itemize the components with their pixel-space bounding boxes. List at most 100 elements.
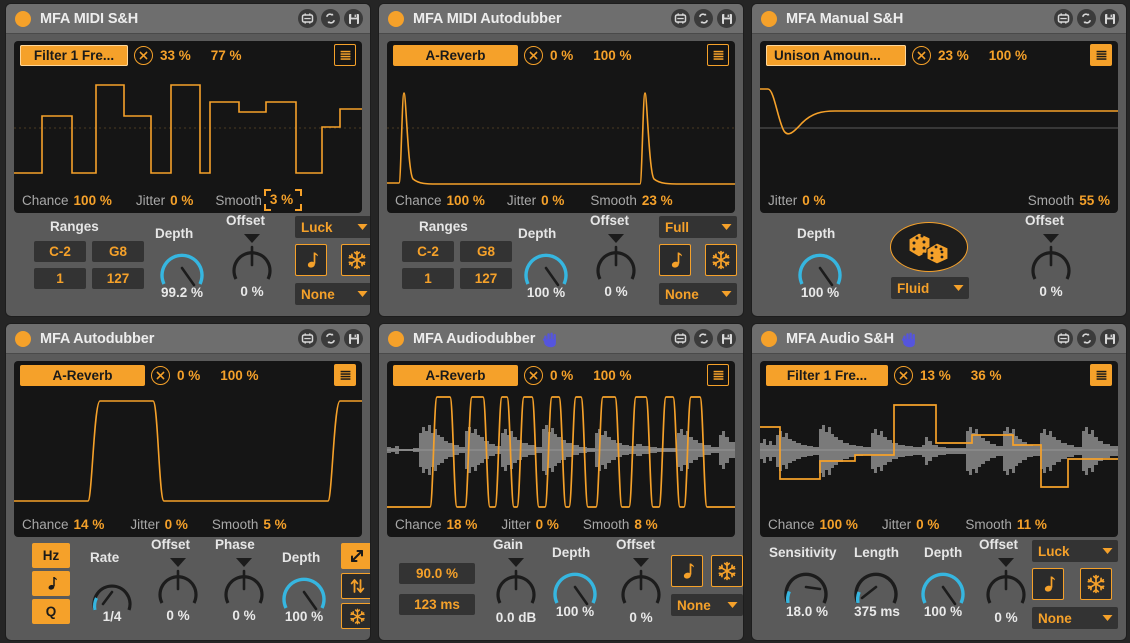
modulation-display[interactable]: A-Reverb 0 % 100 % Chance 18 % Jitter 0 … — [387, 361, 735, 537]
smooth-value[interactable]: 55 % — [1079, 193, 1110, 208]
device-power-led[interactable] — [761, 330, 777, 347]
smooth-value[interactable]: 3 % — [270, 192, 293, 207]
reload-icon[interactable] — [1077, 9, 1096, 28]
sync-dropdown[interactable]: None — [659, 283, 737, 305]
note-toggle[interactable] — [295, 244, 327, 276]
smooth-value-selected[interactable]: 3 % — [263, 189, 303, 211]
max-patcher-icon[interactable] — [671, 329, 690, 348]
max-patcher-icon[interactable] — [671, 9, 690, 28]
range-max-value[interactable]: 100 % — [220, 368, 258, 383]
sync-dropdown[interactable]: None — [1032, 607, 1118, 629]
smooth-value[interactable]: 5 % — [263, 517, 286, 532]
depth-knob[interactable] — [154, 246, 210, 288]
depth-value[interactable]: 100 % — [269, 609, 339, 624]
sensitivity-value[interactable]: 18.0 % — [772, 604, 842, 619]
range-vel-high[interactable]: 127 — [460, 268, 512, 289]
modulation-display[interactable]: Unison Amoun... 23 % 100 % Jitter 0 % Sm… — [760, 41, 1118, 213]
list-menu-icon[interactable] — [707, 44, 729, 66]
save-icon[interactable] — [1100, 329, 1119, 348]
rate-value[interactable]: 1/4 — [82, 609, 142, 624]
map-target-button[interactable]: Unison Amoun... — [766, 44, 906, 66]
save-icon[interactable] — [344, 9, 363, 28]
max-patcher-icon[interactable] — [1054, 9, 1073, 28]
offset-knob[interactable] — [615, 555, 667, 609]
range-max-value[interactable]: 100 % — [593, 368, 631, 383]
list-menu-icon[interactable] — [707, 364, 729, 386]
threshold-value[interactable]: 90.0 % — [399, 563, 475, 584]
smooth-value[interactable]: 11 % — [1017, 517, 1047, 532]
unmap-icon[interactable] — [134, 45, 153, 65]
updown-arrow-icon[interactable] — [341, 573, 370, 599]
chance-value[interactable]: 100 % — [447, 193, 485, 208]
save-icon[interactable] — [1100, 9, 1119, 28]
unmap-icon[interactable] — [524, 365, 543, 385]
max-patcher-icon[interactable] — [1054, 329, 1073, 348]
sensitivity-knob[interactable] — [778, 565, 834, 607]
note-toggle[interactable] — [671, 555, 703, 587]
mode-dropdown[interactable]: Luck — [295, 216, 370, 238]
map-target-button[interactable]: A-Reverb — [393, 44, 518, 66]
freeze-toggle[interactable] — [705, 244, 737, 276]
depth-value[interactable]: 100 % — [785, 285, 855, 300]
device-power-led[interactable] — [15, 330, 31, 347]
offset-knob[interactable] — [590, 231, 642, 285]
expand-arrow-icon[interactable] — [341, 543, 370, 569]
offset-knob[interactable] — [980, 555, 1032, 609]
snowflake-icon[interactable] — [341, 603, 370, 629]
reload-icon[interactable] — [321, 329, 340, 348]
depth-knob[interactable] — [792, 246, 848, 288]
range-vel-low[interactable]: 1 — [34, 268, 86, 289]
jitter-value[interactable]: 0 % — [165, 517, 188, 532]
chance-value[interactable]: 14 % — [74, 517, 105, 532]
offset-value[interactable]: 0 % — [221, 284, 283, 299]
offset-value[interactable]: 0 % — [1020, 284, 1082, 299]
depth-value[interactable]: 100 % — [511, 285, 581, 300]
freeze-toggle[interactable] — [341, 244, 370, 276]
range-note-low[interactable]: C-2 — [34, 241, 86, 262]
smooth-value[interactable]: 23 % — [642, 193, 673, 208]
range-max-value[interactable]: 36 % — [971, 368, 1002, 383]
max-patcher-icon[interactable] — [298, 9, 317, 28]
unmap-icon[interactable] — [524, 45, 543, 65]
list-menu-icon[interactable] — [334, 44, 356, 66]
unmap-icon[interactable] — [151, 365, 170, 385]
device-power-led[interactable] — [388, 330, 404, 347]
offset-value[interactable]: 0 % — [585, 284, 647, 299]
hz-button[interactable]: Hz — [32, 543, 70, 568]
chance-value[interactable]: 18 % — [447, 517, 478, 532]
depth-knob[interactable] — [915, 565, 971, 607]
jitter-value[interactable]: 0 % — [536, 517, 559, 532]
depth-value[interactable]: 100 % — [540, 604, 610, 619]
modulation-display[interactable]: A-Reverb 0 % 100 % Chance 100 % Jitter 0… — [387, 41, 735, 213]
jitter-value[interactable]: 0 % — [541, 193, 564, 208]
range-min-value[interactable]: 13 % — [920, 368, 951, 383]
range-min-value[interactable]: 0 % — [550, 368, 573, 383]
depth-knob[interactable] — [518, 246, 574, 288]
range-max-value[interactable]: 100 % — [989, 48, 1027, 63]
phase-value[interactable]: 0 % — [213, 608, 275, 623]
save-icon[interactable] — [717, 329, 736, 348]
note-toggle[interactable] — [659, 244, 691, 276]
smooth-value[interactable]: 8 % — [634, 517, 657, 532]
jitter-value[interactable]: 0 % — [916, 517, 939, 532]
save-icon[interactable] — [717, 9, 736, 28]
freeze-toggle[interactable] — [711, 555, 743, 587]
q-button[interactable]: Q — [32, 599, 70, 624]
length-value[interactable]: 375 ms — [842, 604, 912, 619]
length-knob[interactable] — [848, 565, 904, 607]
map-target-button[interactable]: A-Reverb — [20, 364, 145, 386]
offset-value[interactable]: 0 % — [147, 608, 209, 623]
depth-value[interactable]: 99.2 % — [147, 285, 217, 300]
unmap-icon[interactable] — [912, 45, 931, 65]
offset-knob[interactable] — [1025, 231, 1077, 285]
max-patcher-icon[interactable] — [298, 329, 317, 348]
unmap-icon[interactable] — [894, 365, 913, 385]
list-menu-icon[interactable] — [1090, 44, 1112, 66]
reload-icon[interactable] — [694, 9, 713, 28]
range-max-value[interactable]: 77 % — [211, 48, 242, 63]
depth-knob[interactable] — [547, 565, 603, 607]
range-note-high[interactable]: G8 — [460, 241, 512, 262]
map-target-button[interactable]: Filter 1 Fre... — [766, 364, 888, 386]
modulation-display[interactable]: Filter 1 Fre... 13 % 36 % Chance 100 % J… — [760, 361, 1118, 537]
range-vel-low[interactable]: 1 — [402, 268, 454, 289]
